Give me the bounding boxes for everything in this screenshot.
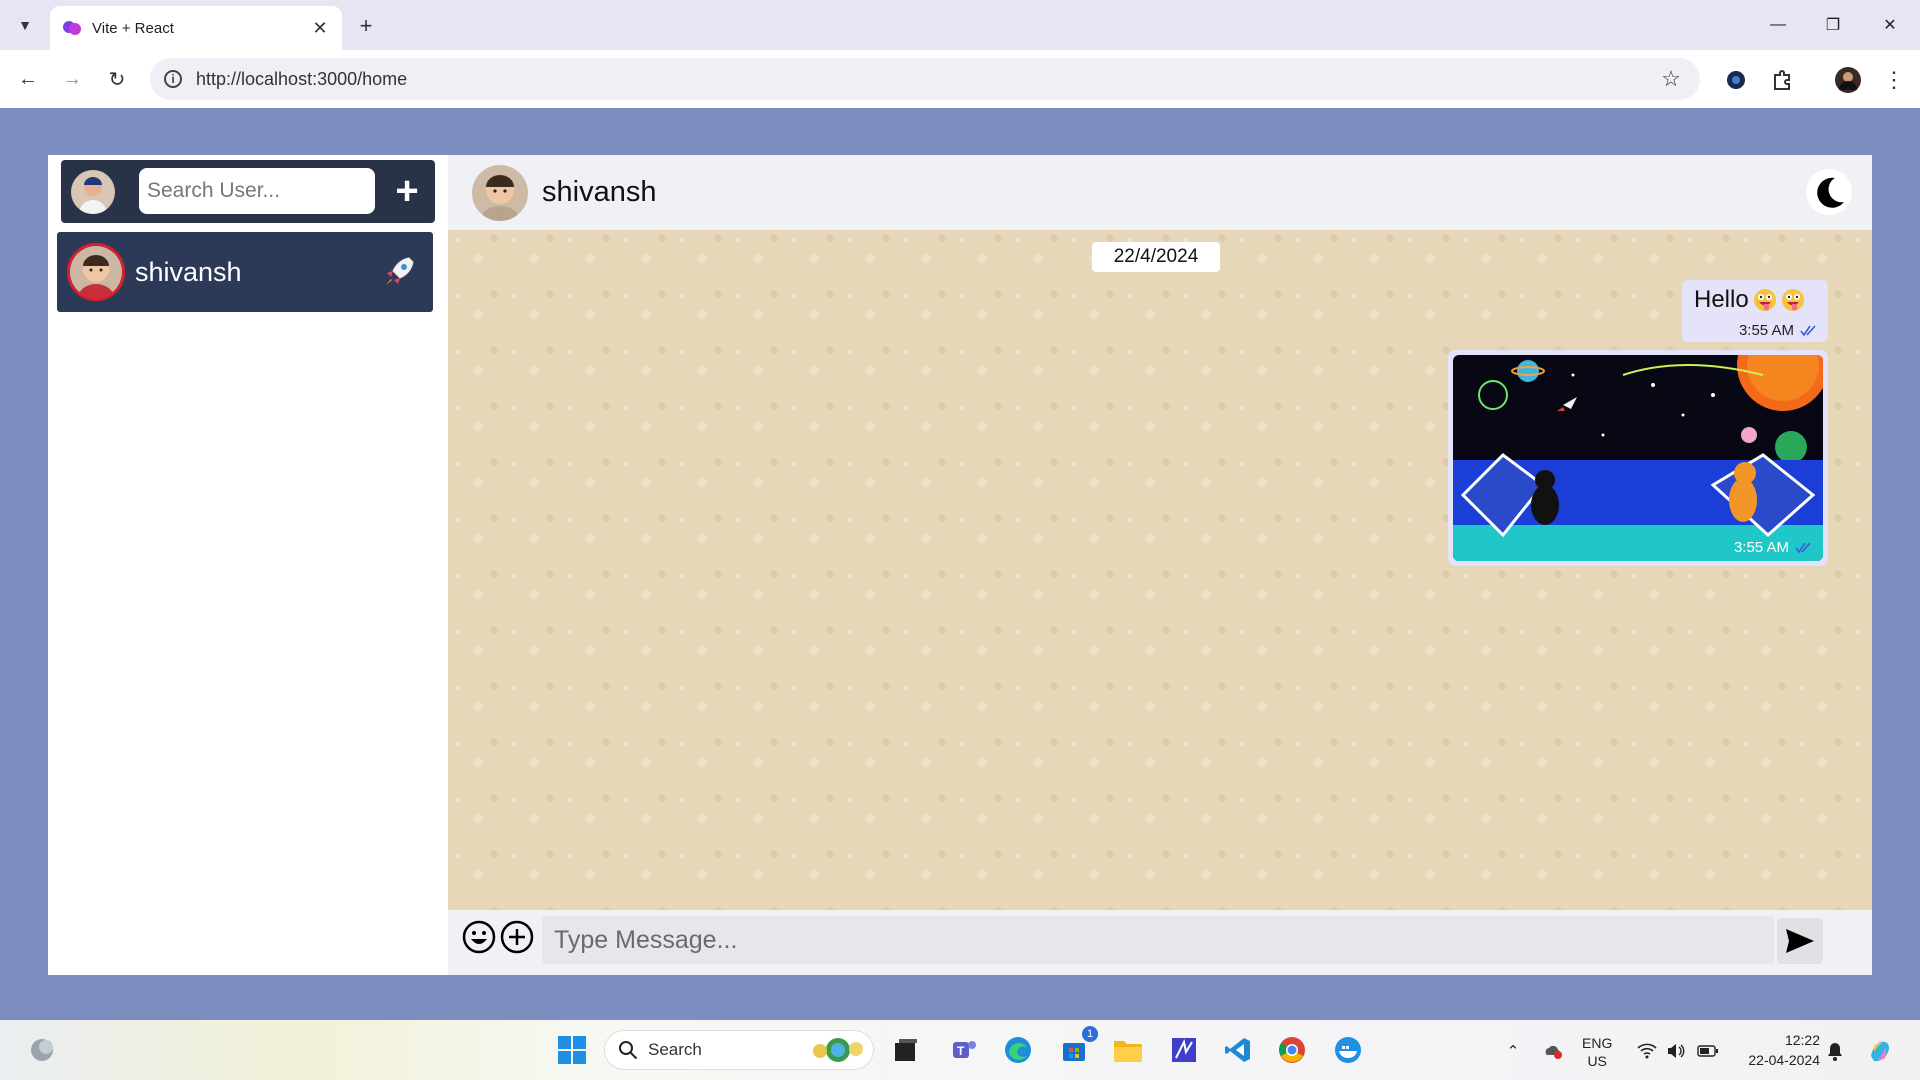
docker-icon[interactable]	[1328, 1030, 1368, 1070]
store-badge: 1	[1082, 1026, 1098, 1042]
search-user-input[interactable]	[139, 168, 375, 214]
send-icon	[1786, 929, 1814, 953]
add-attachment-icon[interactable]	[500, 920, 534, 954]
vscode-icon[interactable]	[1218, 1030, 1258, 1070]
chat-header: shivansh	[448, 155, 1872, 230]
store-icon[interactable]: 1	[1054, 1026, 1098, 1070]
search-icon	[619, 1041, 638, 1060]
moon-icon	[1817, 177, 1844, 208]
url-text[interactable]: http://localhost:3000/home	[196, 69, 1656, 90]
contact-name: shivansh	[135, 256, 242, 287]
send-button[interactable]	[1777, 918, 1823, 964]
taskbar-clock[interactable]: 12:22 22-04-2024	[1740, 1030, 1820, 1070]
onedrive-status-icon[interactable]	[1542, 1040, 1564, 1062]
weather-widget-icon[interactable]	[22, 1030, 62, 1070]
contact-avatar	[67, 243, 125, 301]
browser-menu-icon[interactable]: ⋮	[1879, 65, 1909, 95]
browser-tab[interactable]: Vite + React ✕	[50, 6, 342, 50]
volume-icon[interactable]	[1665, 1040, 1687, 1062]
start-button[interactable]	[552, 1030, 592, 1070]
message-input[interactable]	[542, 916, 1774, 964]
notification-bell-icon[interactable]	[1824, 1040, 1846, 1062]
message-text: Hello	[1694, 286, 1749, 313]
edge-icon[interactable]	[998, 1030, 1038, 1070]
extensions-puzzle-icon[interactable]	[1767, 65, 1797, 95]
emoji-picker-icon[interactable]	[462, 920, 496, 954]
date-chip: 22/4/2024	[1092, 242, 1220, 272]
search-highlight-icon	[813, 1038, 863, 1062]
keyboard-region: US	[1587, 1053, 1607, 1069]
message-time: 3:55 AM	[1738, 322, 1794, 339]
tab-title: Vite + React	[92, 19, 174, 37]
zany-face-emoji-icon	[1753, 289, 1776, 311]
message-bubble[interactable]: Hello 3:55 AM	[1682, 280, 1828, 342]
language-code: ENG	[1582, 1035, 1613, 1051]
taskbar-search[interactable]: Search	[604, 1030, 874, 1070]
zany-face-emoji-icon	[1781, 289, 1804, 311]
space-illustration-image	[1453, 355, 1823, 561]
dark-mode-toggle[interactable]	[1806, 169, 1852, 215]
chat-contact-avatar[interactable]	[472, 164, 528, 221]
taskbar: Search T 1 ⌃ ENG US 12:22 22-04-2024	[0, 1020, 1920, 1080]
browser-toolbar: ← → ↻ i http://localhost:3000/home ☆ ⋮	[0, 50, 1920, 108]
add-user-button[interactable]: +	[386, 170, 428, 212]
language-indicator[interactable]: ENG US	[1582, 1034, 1612, 1070]
app-icon-blue[interactable]	[1164, 1030, 1204, 1070]
image-thumbnail[interactable]: 3:55 AM	[1453, 355, 1823, 561]
vite-favicon-icon	[63, 21, 81, 35]
clock-date: 22-04-2024	[1748, 1052, 1820, 1068]
chrome-icon[interactable]	[1272, 1030, 1312, 1070]
chat-pane: shivansh 22/4/2024 Hello 3:55 AM 3:55 AM…	[448, 155, 1872, 975]
image-message[interactable]: 3:55 AM	[1448, 350, 1828, 566]
my-avatar[interactable]	[71, 170, 115, 214]
messages-area[interactable]: 22/4/2024 Hello 3:55 AM 3:55 AM	[448, 230, 1872, 910]
copilot-icon[interactable]	[1866, 1036, 1896, 1066]
double-check-icon	[1795, 541, 1811, 553]
wifi-icon[interactable]	[1636, 1040, 1658, 1062]
new-tab-button[interactable]: +	[352, 12, 380, 40]
extension-icon[interactable]	[1721, 65, 1751, 95]
sidebar: + shivansh	[48, 155, 448, 975]
reload-button[interactable]: ↻	[103, 65, 131, 93]
message-composer	[448, 910, 1872, 975]
chat-app: + shivansh	[48, 155, 1872, 975]
show-hidden-icons-chevron-icon[interactable]: ⌃	[1502, 1040, 1524, 1062]
back-button[interactable]: ←	[14, 65, 42, 93]
restore-button[interactable]: ❐	[1813, 10, 1853, 40]
file-explorer-icon[interactable]	[1108, 1030, 1148, 1070]
chat-contact-name: shivansh	[542, 176, 657, 208]
tab-search-icon[interactable]: ▼	[12, 12, 38, 38]
image-message-time: 3:55 AM	[1733, 539, 1789, 556]
battery-icon[interactable]	[1697, 1040, 1719, 1062]
clock-time: 12:22	[1784, 1032, 1820, 1048]
sidebar-header: +	[61, 160, 435, 223]
svg-text:T: T	[957, 1044, 965, 1058]
teams-icon[interactable]: T	[944, 1030, 984, 1070]
minimize-button[interactable]: —	[1758, 10, 1798, 40]
address-bar[interactable]: i http://localhost:3000/home ☆	[150, 58, 1700, 100]
task-view-icon[interactable]	[886, 1030, 926, 1070]
browser-tabstrip: ▼ Vite + React ✕ + — ❐ ✕	[0, 0, 1920, 50]
contact-item[interactable]: shivansh	[57, 232, 433, 312]
rocket-icon	[386, 257, 414, 285]
taskbar-search-label: Search	[648, 1040, 702, 1059]
tab-close-icon[interactable]: ✕	[308, 16, 332, 40]
forward-button[interactable]: →	[58, 65, 86, 93]
double-check-icon	[1800, 324, 1816, 336]
profile-avatar[interactable]	[1833, 65, 1863, 95]
site-info-icon[interactable]: i	[164, 70, 182, 88]
close-window-button[interactable]: ✕	[1870, 10, 1910, 40]
bookmark-star-icon[interactable]: ☆	[1656, 64, 1686, 94]
